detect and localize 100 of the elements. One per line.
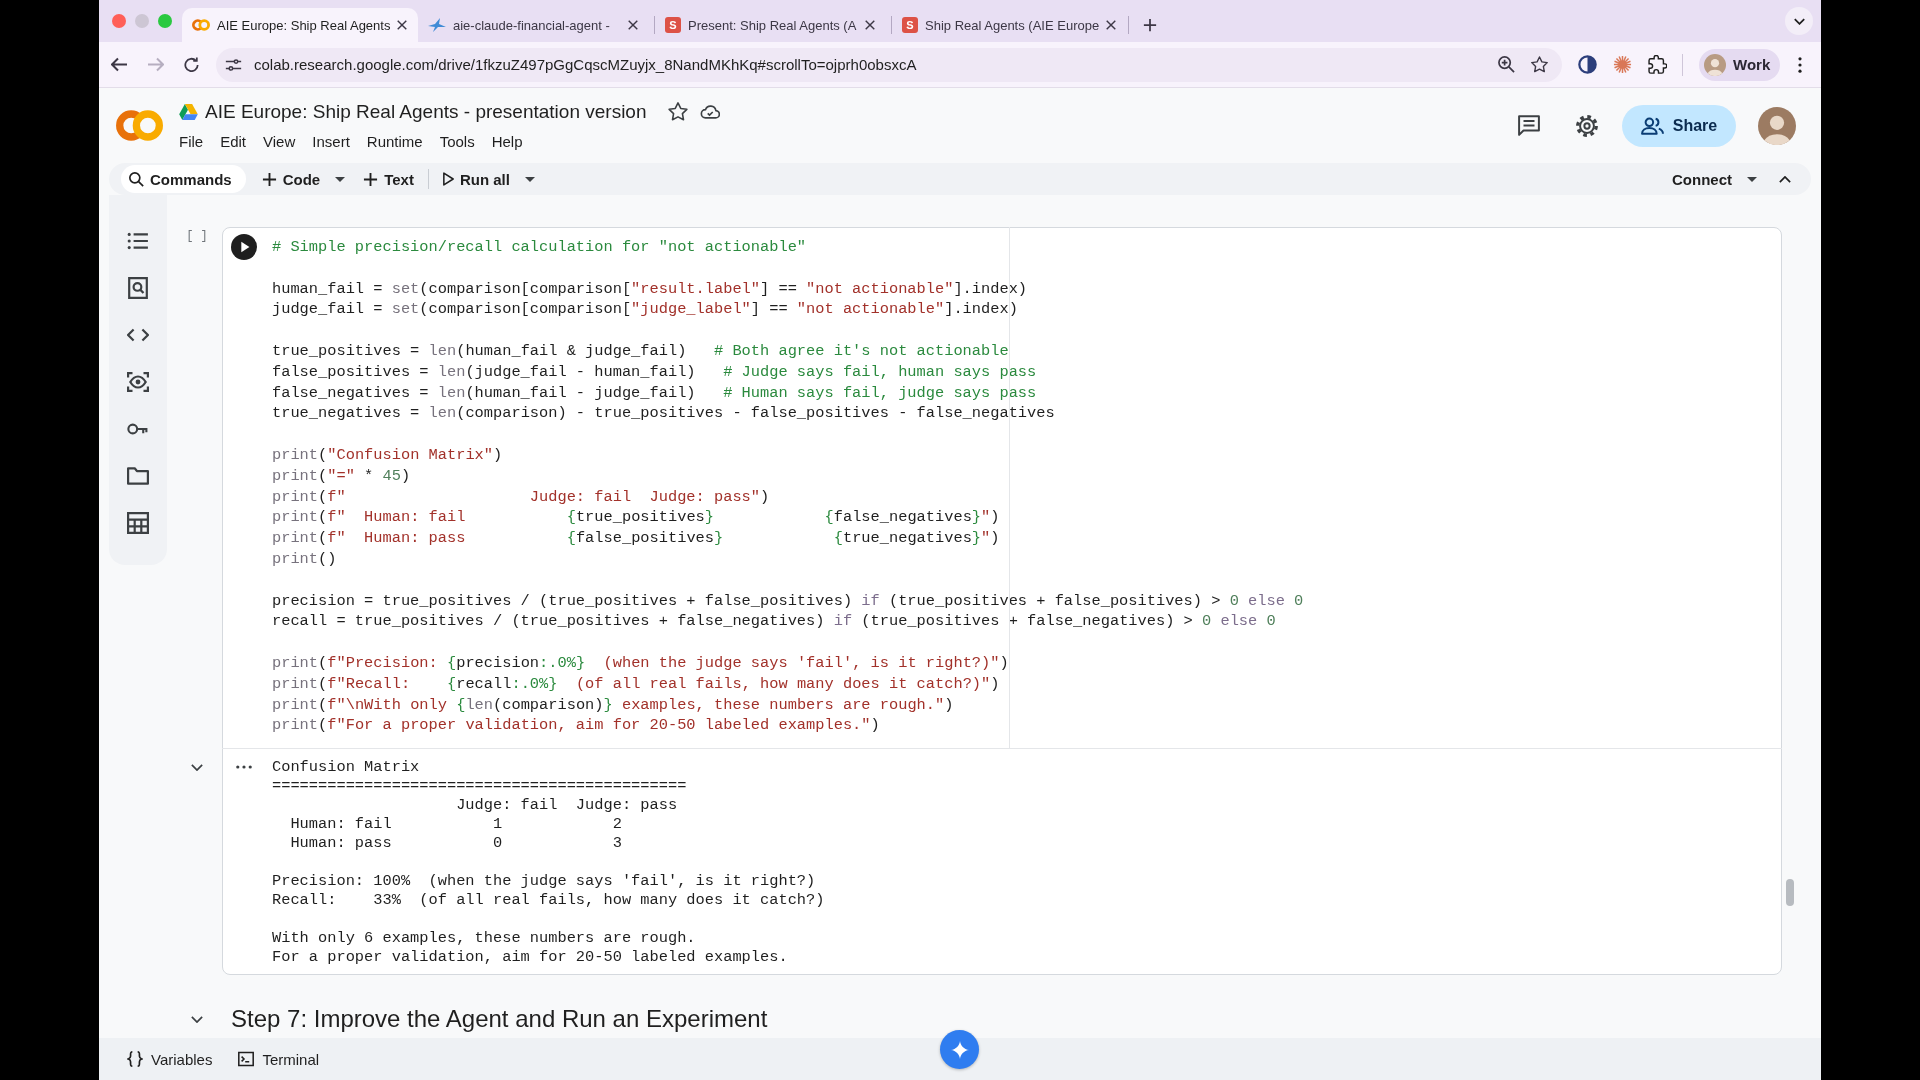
avatar-icon[interactable] [1758, 106, 1796, 145]
menu-item[interactable]: Edit [220, 133, 247, 150]
output-line: Confusion Matrix [272, 758, 421, 778]
output-line: ============================================= [272, 777, 688, 797]
menu-item[interactable]: Tools [439, 133, 475, 150]
list-icon[interactable] [127, 230, 149, 252]
code-line: print("=" * 45) [272, 465, 412, 487]
chevron-down-icon [1793, 17, 1805, 25]
run-cell-icon[interactable] [231, 234, 257, 260]
menu-item[interactable]: Insert [312, 133, 350, 150]
address-field[interactable]: colab.research.google.com/drive/1fkzuZ497pGgCqscMZuyjx_8NandMKhKq#scrollTo=ojprh0obsxcA [216, 47, 1562, 82]
output-line: For a proper validation, aim for 20-50 labeled examples. [272, 948, 789, 968]
star-icon[interactable] [668, 102, 689, 121]
caret-down-icon[interactable] [524, 176, 535, 182]
add-text-button[interactable]: Text [357, 165, 420, 193]
code-line: false_positives = len(judge_fail - human_fail) # Judge says fail, human says pass [272, 361, 1038, 383]
key-icon[interactable] [127, 423, 149, 435]
puzzle-icon[interactable] [1648, 55, 1667, 74]
scrollbar-thumb[interactable] [1786, 879, 1794, 906]
code-line: false_negatives = len(human_fail - judge_fail) # Human says fail, judge says pass [272, 382, 1038, 404]
favicon-tile: S [665, 17, 681, 33]
menu-item[interactable]: Runtime [366, 133, 423, 150]
close-icon[interactable] [397, 20, 408, 30]
menu-item[interactable]: File [179, 133, 204, 150]
comment-icon[interactable] [1518, 115, 1540, 136]
menu-item[interactable]: Help [491, 133, 523, 150]
caret-down-icon[interactable] [1747, 176, 1757, 182]
code-line: print(f" Human: pass {false_positives} {true_negatives}") [272, 528, 1001, 549]
chevron-down-icon[interactable] [191, 764, 203, 772]
code-line: print(f" Judge: fail Judge: pass") [272, 486, 771, 508]
code-icon[interactable] [127, 328, 149, 342]
settings-icon[interactable] [1576, 114, 1598, 137]
section-heading: Step 7: Improve the Agent and Run an Experiment [230, 1004, 768, 1035]
code-line: true_positives = len(human_fail & judge_fail) # Both agree it's not actionable [272, 341, 1010, 362]
code-line: # Simple precision/recall calculation for "not actionable" [272, 237, 808, 258]
braces-icon [127, 1051, 143, 1067]
connect-button[interactable]: Connect [1666, 165, 1738, 193]
commands-button[interactable]: Commands [121, 165, 246, 193]
run-all-button[interactable]: Run all [436, 165, 516, 193]
code-line: print(f"Recall: {recall:.0%} (of all real fails, how many does it catch?)") [272, 673, 1001, 695]
caret-down-icon[interactable] [335, 176, 346, 182]
contrast-icon[interactable] [1578, 55, 1597, 74]
browser-tab[interactable]: S Ship Real Agents (AIE Europe [892, 8, 1128, 42]
bird-icon [428, 18, 446, 32]
add-code-button[interactable]: Code [255, 165, 327, 193]
notebook-title[interactable]: AIE Europe: Ship Real Agents - presentation version [205, 100, 647, 123]
plus-icon [261, 171, 277, 187]
code-line: judge_fail = set(comparison[comparison["judge_label"] == "not actionable"].index) [272, 299, 1019, 321]
output-line: Human: pass 0 3 [289, 834, 623, 854]
play-icon [442, 172, 454, 186]
cloud-icon[interactable] [700, 102, 721, 121]
output-line: Precision: 100% (when the judge says 'fail', is it right?) [272, 872, 817, 892]
tune-icon[interactable] [225, 58, 242, 71]
eye-icon[interactable] [127, 371, 149, 393]
code-line: true_negatives = len(comparison) - true_positives - false_positives - false_negatives [272, 403, 1056, 425]
plus-icon [363, 171, 379, 187]
folder-icon[interactable] [127, 465, 149, 487]
avatar-icon [1704, 53, 1726, 76]
profile-button[interactable]: Work [1699, 48, 1781, 81]
table-icon[interactable] [127, 512, 149, 534]
logo-icon[interactable] [116, 110, 163, 141]
output-line: Judge: fail Judge: pass [455, 796, 679, 816]
more-vertical-icon[interactable] [1798, 56, 1803, 73]
code-line: print() [272, 548, 338, 570]
code-line: print(f"Precision: {precision:.0%} (when the judge says 'fail', is it right?)") [272, 652, 1010, 674]
output-line: Human: fail 1 2 [289, 815, 623, 835]
starburst-icon[interactable] [1613, 55, 1632, 74]
code-line: recall = true_positives / (true_positives + false_negatives) if (true_positives + false_negatives) > 0 else 0 [272, 611, 1277, 633]
chevron-down-icon[interactable] [191, 1015, 203, 1023]
browser-tab[interactable]: AIE Europe: Ship Real Agents [182, 8, 418, 42]
chevron-up-icon[interactable] [1779, 175, 1791, 183]
code-line: print(f" Human: fail {true_positives} {false_negatives}") [272, 507, 1001, 529]
people-icon [1640, 116, 1664, 135]
document-search-icon[interactable] [127, 277, 149, 299]
star-icon[interactable] [1531, 56, 1548, 73]
close-icon[interactable] [865, 20, 875, 30]
zoom-icon[interactable] [1498, 56, 1515, 73]
variables-button[interactable]: Variables [121, 1046, 219, 1072]
terminal-icon [238, 1051, 255, 1067]
triangle-logo-icon [179, 103, 198, 120]
code-line: human_fail = set(comparison[comparison["result.label"] == "not actionable"].index) [272, 278, 1029, 300]
close-icon[interactable] [628, 20, 638, 30]
plus-icon[interactable] [1143, 18, 1157, 32]
browser-tab[interactable]: S Present: Ship Real Agents (A [655, 8, 891, 42]
browser-tab[interactable]: aie-claude-financial-agent - [418, 8, 654, 42]
more-icon[interactable] [236, 765, 252, 770]
back-arrow-icon[interactable] [111, 57, 128, 72]
favicon-tile: S [902, 17, 918, 33]
output-line: With only 6 examples, these numbers are rough. [272, 929, 697, 949]
terminal-button[interactable]: Terminal [232, 1046, 326, 1072]
share-button[interactable]: Share [1622, 104, 1736, 147]
menu-item[interactable]: View [263, 133, 296, 150]
tab-list-button[interactable] [1785, 7, 1813, 35]
search-icon [129, 171, 144, 187]
reload-icon[interactable] [183, 57, 200, 72]
code-line: precision = true_positives / (true_positives + false_positives) if (true_positives + false_positives) > 0 else 0 [272, 590, 1304, 612]
close-icon[interactable] [1106, 20, 1117, 30]
logo-icon [192, 19, 210, 31]
sparkle-icon [950, 1040, 969, 1059]
code-line: print(f"For a proper validation, aim for 20-50 labeled examples.") [272, 715, 881, 737]
